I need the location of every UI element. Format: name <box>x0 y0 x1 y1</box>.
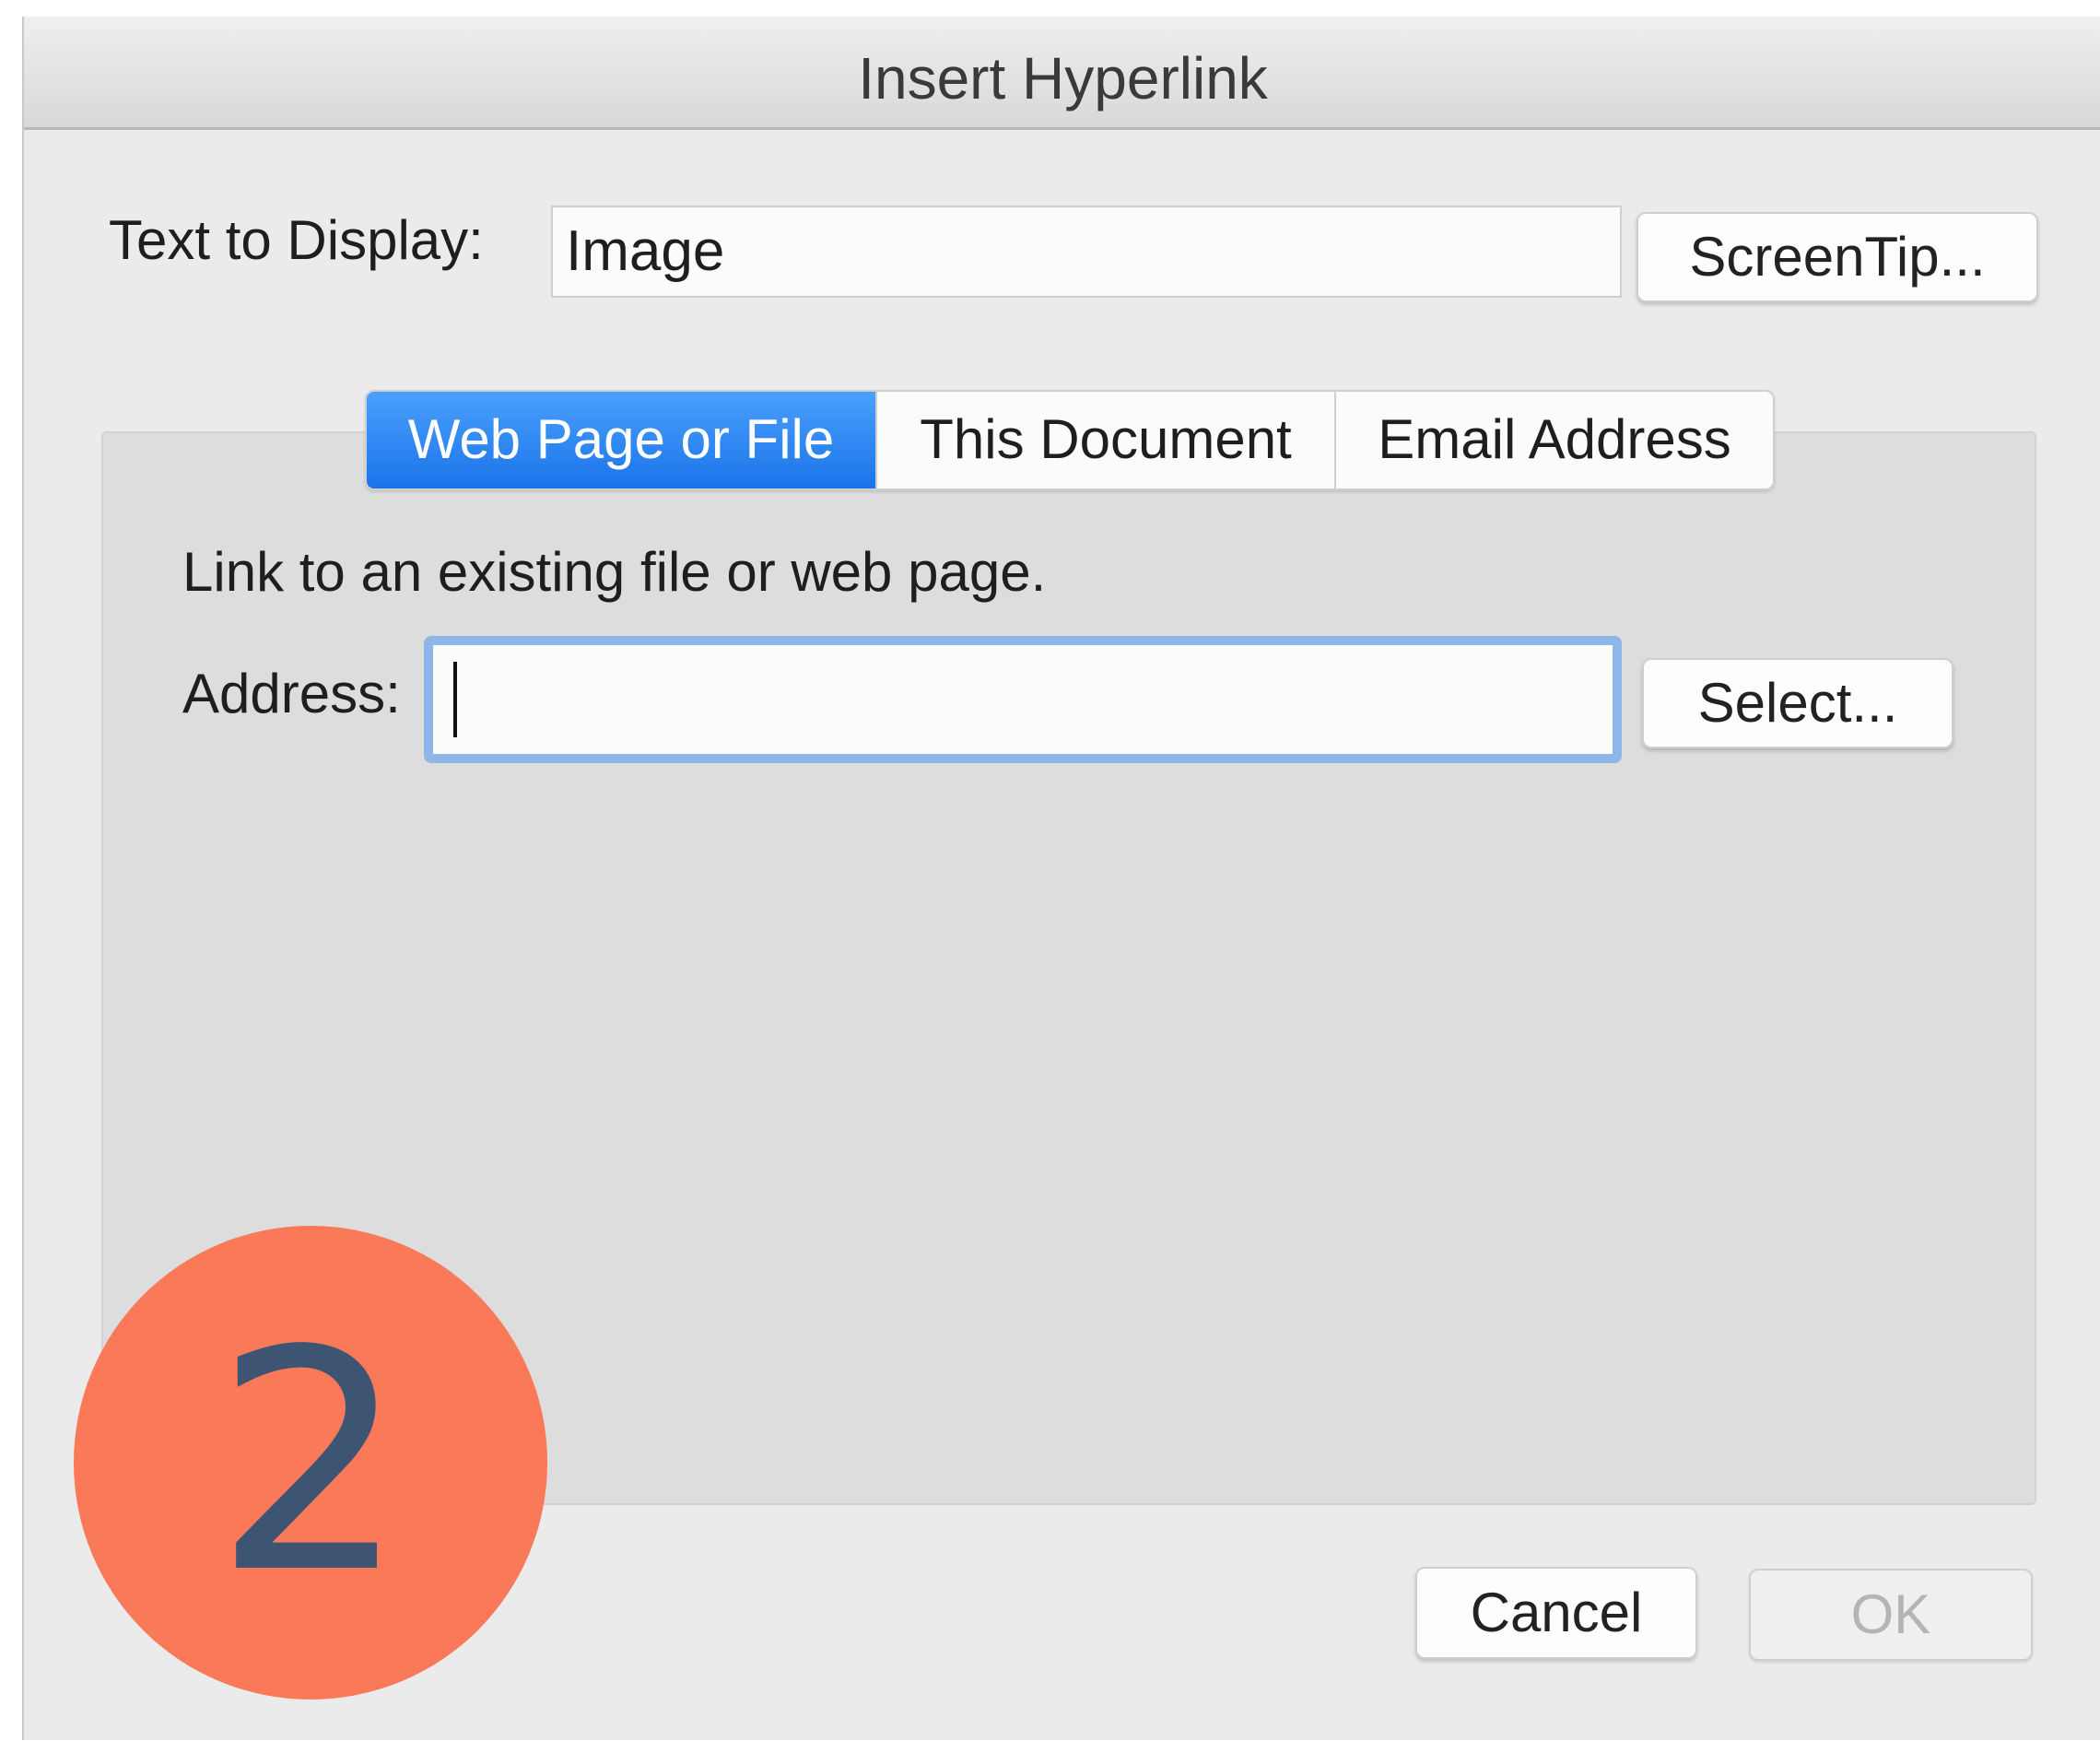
text-to-display-input[interactable]: Image <box>551 206 1622 298</box>
text-caret <box>453 662 457 737</box>
select-button[interactable]: Select... <box>1642 658 1953 748</box>
title-bar[interactable]: Insert Hyperlink <box>24 17 2100 130</box>
address-input[interactable] <box>424 636 1622 763</box>
link-type-tabs: Web Page or File This Document Email Add… <box>365 390 1775 490</box>
step-number-badge: 2 <box>74 1226 547 1700</box>
cancel-button[interactable]: Cancel <box>1415 1567 1697 1659</box>
address-label: Address: <box>182 663 401 724</box>
dialog-title: Insert Hyperlink <box>858 45 1268 112</box>
ok-button[interactable]: OK <box>1749 1569 2033 1661</box>
panel-description: Link to an existing file or web page. <box>182 541 1047 603</box>
tab-email-address[interactable]: Email Address <box>1334 392 1773 488</box>
text-to-display-label: Text to Display: <box>109 209 484 271</box>
screentip-button[interactable]: ScreenTip... <box>1637 212 2038 302</box>
tab-web-page-or-file[interactable]: Web Page or File <box>367 392 875 488</box>
tab-this-document[interactable]: This Document <box>875 392 1334 488</box>
